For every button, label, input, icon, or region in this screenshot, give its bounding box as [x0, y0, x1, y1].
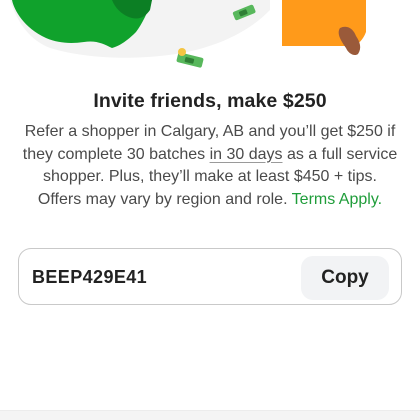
referral-screen: Invite friends, make $250 Refer a shoppe…	[0, 0, 420, 420]
copy-button[interactable]: Copy	[301, 256, 389, 300]
bottom-bar	[0, 410, 420, 420]
page-title: Invite friends, make $250	[93, 90, 327, 112]
terms-link[interactable]: Terms Apply.	[292, 191, 382, 208]
referral-code: BEEP429E41	[32, 267, 148, 287]
hero-illustration-art	[10, 0, 366, 68]
referral-code-field: BEEP429E41 Copy	[18, 248, 402, 305]
referral-description: Refer a shopper in Calgary, AB and you’l…	[22, 121, 398, 211]
description-underlined-text: in 30 days	[209, 145, 283, 163]
hero-illustration	[0, 0, 420, 82]
